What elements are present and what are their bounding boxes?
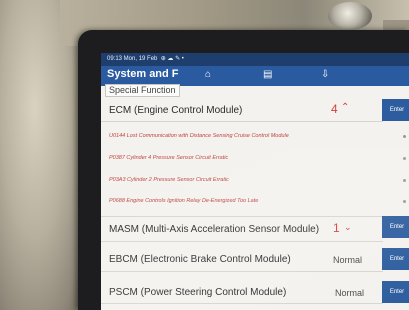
status-time: 09:13 Mon, 19 Feb (107, 56, 158, 62)
dtc-item: U0144 Lost Communication with Distance S… (109, 133, 289, 139)
chevron-down-icon[interactable]: ⌄ (344, 222, 352, 233)
masm-label: MASM (Multi-Axis Acceleration Sensor Mod… (109, 224, 320, 235)
title-bar: System and F ⌂ ▤ ⇩ (101, 66, 409, 86)
page-title: System and F (107, 68, 179, 80)
dtc-item: P0387 Cylinder 4 Pressure Sensor Circuit… (109, 155, 229, 161)
ebcm-enter-button[interactable]: Enter (382, 248, 409, 270)
masm-row[interactable]: MASM (Multi-Axis Acceleration Sensor Mod… (101, 216, 383, 242)
pscm-enter-button[interactable]: Enter (382, 281, 409, 303)
dtc-dot (403, 157, 406, 160)
ecm-row[interactable]: ECM (Engine Control Module) 4 ⌃ (101, 99, 383, 122)
dtc-dot (403, 179, 406, 182)
save-icon[interactable]: ⇩ (321, 69, 329, 80)
masm-enter-button[interactable]: Enter (382, 216, 409, 238)
chevron-up-icon[interactable]: ⌃ (341, 102, 349, 113)
ecm-enter-button[interactable]: Enter (382, 99, 409, 121)
ecm-dtc-count: 4 (331, 102, 338, 116)
status-icons: ⊕ ☁ ✎ • (159, 56, 184, 62)
dtc-item: P0688 Engine Controls Ignition Relay De-… (109, 198, 259, 204)
bolt-background (328, 2, 372, 30)
ebcm-row[interactable]: EBCM (Electronic Brake Control Module) N… (101, 247, 383, 272)
ebcm-label: EBCM (Electronic Brake Control Module) (109, 254, 291, 265)
tablet-screen: 09:13 Mon, 19 Feb ⊕ ☁ ✎ • System and F ⌂… (101, 53, 409, 310)
dtc-dot (403, 200, 406, 203)
ebcm-status: Normal (333, 255, 363, 265)
status-bar: 09:13 Mon, 19 Feb ⊕ ☁ ✎ • (101, 53, 409, 66)
home-icon[interactable]: ⌂ (205, 69, 211, 80)
ecm-label: ECM (Engine Control Module) (109, 105, 243, 116)
dtc-item: P03A3 Cylinder 2 Pressure Sensor Circuit… (109, 177, 229, 183)
glove-background (0, 0, 86, 310)
pscm-row[interactable]: PSCM (Power Steering Control Module) Nor… (101, 279, 383, 304)
pscm-label: PSCM (Power Steering Control Module) (109, 287, 287, 298)
report-icon[interactable]: ▤ (263, 69, 272, 80)
masm-dtc-count: 1 (333, 221, 340, 235)
dtc-dot (403, 135, 406, 138)
pscm-status: Normal (335, 288, 365, 298)
special-function-tab[interactable]: Special Function (105, 84, 180, 97)
